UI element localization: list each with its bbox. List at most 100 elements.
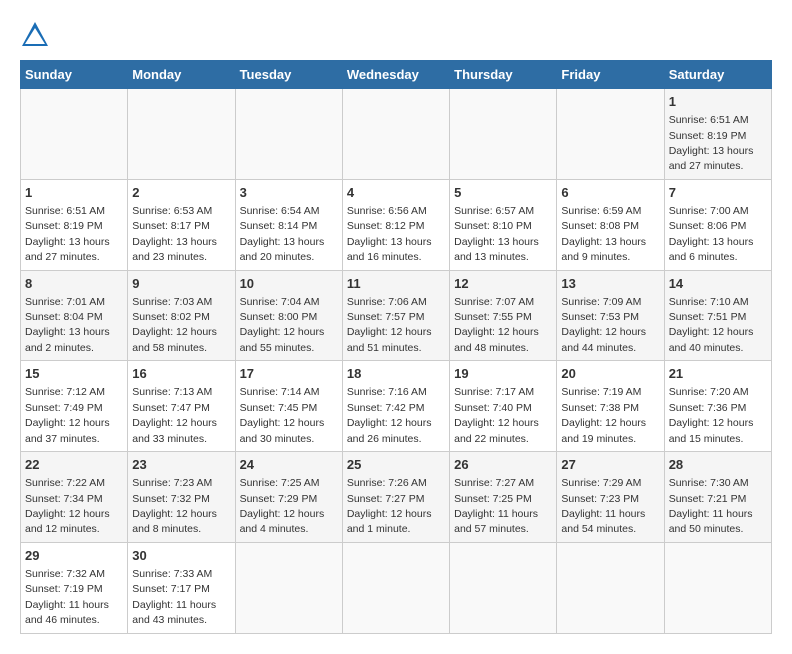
calendar-cell: 17 Sunrise: 7:14 AM Sunset: 7:45 PM Dayli…	[235, 361, 342, 452]
header-day: Tuesday	[235, 61, 342, 89]
calendar-cell: 7 Sunrise: 7:00 AM Sunset: 8:06 PM Daylig…	[664, 179, 771, 270]
day-number: 18	[347, 365, 445, 383]
calendar-cell: 16 Sunrise: 7:13 AM Sunset: 7:47 PM Dayli…	[128, 361, 235, 452]
day-info: Sunrise: 7:19 AM Sunset: 7:38 PM Dayligh…	[561, 386, 646, 444]
day-info: Sunrise: 7:06 AM Sunset: 7:57 PM Dayligh…	[347, 296, 432, 354]
day-info: Sunrise: 7:17 AM Sunset: 7:40 PM Dayligh…	[454, 386, 539, 444]
day-number: 29	[25, 547, 123, 565]
day-number: 2	[132, 184, 230, 202]
day-info: Sunrise: 6:59 AM Sunset: 8:08 PM Dayligh…	[561, 205, 646, 263]
calendar-cell: 19 Sunrise: 7:17 AM Sunset: 7:40 PM Dayli…	[450, 361, 557, 452]
day-info: Sunrise: 7:20 AM Sunset: 7:36 PM Dayligh…	[669, 386, 754, 444]
day-info: Sunrise: 7:14 AM Sunset: 7:45 PM Dayligh…	[240, 386, 325, 444]
day-number: 4	[347, 184, 445, 202]
calendar-week-row: 15 Sunrise: 7:12 AM Sunset: 7:49 PM Dayli…	[21, 361, 772, 452]
calendar-cell: 23Sunrise: 7:23 AM Sunset: 7:32 PM Dayli…	[128, 452, 235, 543]
calendar-cell: 3 Sunrise: 6:54 AM Sunset: 8:14 PM Daylig…	[235, 179, 342, 270]
header-day: Saturday	[664, 61, 771, 89]
day-info: Sunrise: 6:53 AM Sunset: 8:17 PM Dayligh…	[132, 205, 217, 263]
day-number: 11	[347, 275, 445, 293]
day-number: 19	[454, 365, 552, 383]
calendar-cell: 22Sunrise: 7:22 AM Sunset: 7:34 PM Dayli…	[21, 452, 128, 543]
header-row: SundayMondayTuesdayWednesdayThursdayFrid…	[21, 61, 772, 89]
day-number: 28	[669, 456, 767, 474]
day-info: Sunrise: 7:09 AM Sunset: 7:53 PM Dayligh…	[561, 296, 646, 354]
calendar-cell: 8Sunrise: 7:01 AM Sunset: 8:04 PM Daylig…	[21, 270, 128, 361]
logo-icon	[20, 20, 50, 50]
day-info: Sunrise: 6:56 AM Sunset: 8:12 PM Dayligh…	[347, 205, 432, 263]
day-number: 30	[132, 547, 230, 565]
calendar-cell: 1Sunrise: 6:51 AM Sunset: 8:19 PM Daylig…	[21, 179, 128, 270]
day-info: Sunrise: 7:25 AM Sunset: 7:29 PM Dayligh…	[240, 477, 325, 535]
calendar-cell: 28 Sunrise: 7:30 AM Sunset: 7:21 PM Dayli…	[664, 452, 771, 543]
day-info: Sunrise: 7:03 AM Sunset: 8:02 PM Dayligh…	[132, 296, 217, 354]
calendar-table: SundayMondayTuesdayWednesdayThursdayFrid…	[20, 60, 772, 634]
day-number: 14	[669, 275, 767, 293]
calendar-cell	[235, 542, 342, 633]
calendar-cell: 9 Sunrise: 7:03 AM Sunset: 8:02 PM Daylig…	[128, 270, 235, 361]
calendar-cell: 13 Sunrise: 7:09 AM Sunset: 7:53 PM Dayli…	[557, 270, 664, 361]
calendar-header: SundayMondayTuesdayWednesdayThursdayFrid…	[21, 61, 772, 89]
calendar-cell: 4 Sunrise: 6:56 AM Sunset: 8:12 PM Daylig…	[342, 179, 449, 270]
day-number: 27	[561, 456, 659, 474]
calendar-cell: 27Sunrise: 7:29 AM Sunset: 7:23 PM Dayli…	[557, 452, 664, 543]
calendar-cell: 21 Sunrise: 7:20 AM Sunset: 7:36 PM Dayli…	[664, 361, 771, 452]
calendar-cell	[557, 542, 664, 633]
header-day: Monday	[128, 61, 235, 89]
calendar-cell	[557, 89, 664, 180]
day-number: 3	[240, 184, 338, 202]
calendar-cell	[450, 89, 557, 180]
calendar-cell: 15 Sunrise: 7:12 AM Sunset: 7:49 PM Dayli…	[21, 361, 128, 452]
calendar-cell	[21, 89, 128, 180]
day-number: 13	[561, 275, 659, 293]
day-info: Sunrise: 7:12 AM Sunset: 7:49 PM Dayligh…	[25, 386, 110, 444]
header-day: Thursday	[450, 61, 557, 89]
day-number: 15	[25, 365, 123, 383]
calendar-cell: 29 Sunrise: 7:32 AM Sunset: 7:19 PM Dayli…	[21, 542, 128, 633]
day-info: Sunrise: 7:33 AM Sunset: 7:17 PM Dayligh…	[132, 568, 216, 626]
day-number: 7	[669, 184, 767, 202]
calendar-cell: 10Sunrise: 7:04 AM Sunset: 8:00 PM Dayli…	[235, 270, 342, 361]
calendar-cell: 18Sunrise: 7:16 AM Sunset: 7:42 PM Dayli…	[342, 361, 449, 452]
calendar-cell: 5Sunrise: 6:57 AM Sunset: 8:10 PM Daylig…	[450, 179, 557, 270]
day-number: 16	[132, 365, 230, 383]
header-day: Wednesday	[342, 61, 449, 89]
calendar-cell	[342, 89, 449, 180]
day-info: Sunrise: 7:01 AM Sunset: 8:04 PM Dayligh…	[25, 296, 110, 354]
calendar-week-row: 1 Sunrise: 6:51 AM Sunset: 8:19 PM Daylig…	[21, 89, 772, 180]
calendar-cell	[450, 542, 557, 633]
day-number: 9	[132, 275, 230, 293]
calendar-cell: 20Sunrise: 7:19 AM Sunset: 7:38 PM Dayli…	[557, 361, 664, 452]
calendar-cell: 12Sunrise: 7:07 AM Sunset: 7:55 PM Dayli…	[450, 270, 557, 361]
day-info: Sunrise: 7:10 AM Sunset: 7:51 PM Dayligh…	[669, 296, 754, 354]
day-number: 1	[669, 93, 767, 111]
day-info: Sunrise: 7:00 AM Sunset: 8:06 PM Dayligh…	[669, 205, 754, 263]
day-info: Sunrise: 7:32 AM Sunset: 7:19 PM Dayligh…	[25, 568, 109, 626]
calendar-week-row: 1Sunrise: 6:51 AM Sunset: 8:19 PM Daylig…	[21, 179, 772, 270]
calendar-cell: 6Sunrise: 6:59 AM Sunset: 8:08 PM Daylig…	[557, 179, 664, 270]
calendar-cell: 26Sunrise: 7:27 AM Sunset: 7:25 PM Dayli…	[450, 452, 557, 543]
calendar-cell	[235, 89, 342, 180]
day-number: 1	[25, 184, 123, 202]
day-info: Sunrise: 7:30 AM Sunset: 7:21 PM Dayligh…	[669, 477, 753, 535]
day-number: 22	[25, 456, 123, 474]
day-info: Sunrise: 7:13 AM Sunset: 7:47 PM Dayligh…	[132, 386, 217, 444]
calendar-cell: 1 Sunrise: 6:51 AM Sunset: 8:19 PM Daylig…	[664, 89, 771, 180]
day-info: Sunrise: 6:51 AM Sunset: 8:19 PM Dayligh…	[669, 114, 754, 172]
day-number: 25	[347, 456, 445, 474]
day-number: 12	[454, 275, 552, 293]
calendar-week-row: 8Sunrise: 7:01 AM Sunset: 8:04 PM Daylig…	[21, 270, 772, 361]
day-number: 17	[240, 365, 338, 383]
day-info: Sunrise: 6:54 AM Sunset: 8:14 PM Dayligh…	[240, 205, 325, 263]
calendar-week-row: 29 Sunrise: 7:32 AM Sunset: 7:19 PM Dayli…	[21, 542, 772, 633]
day-number: 21	[669, 365, 767, 383]
calendar-cell: 2 Sunrise: 6:53 AM Sunset: 8:17 PM Daylig…	[128, 179, 235, 270]
calendar-body: 1 Sunrise: 6:51 AM Sunset: 8:19 PM Daylig…	[21, 89, 772, 634]
calendar-cell: 14 Sunrise: 7:10 AM Sunset: 7:51 PM Dayli…	[664, 270, 771, 361]
day-number: 5	[454, 184, 552, 202]
calendar-cell: 24Sunrise: 7:25 AM Sunset: 7:29 PM Dayli…	[235, 452, 342, 543]
header-day: Sunday	[21, 61, 128, 89]
day-number: 26	[454, 456, 552, 474]
logo	[20, 20, 54, 50]
calendar-cell	[664, 542, 771, 633]
